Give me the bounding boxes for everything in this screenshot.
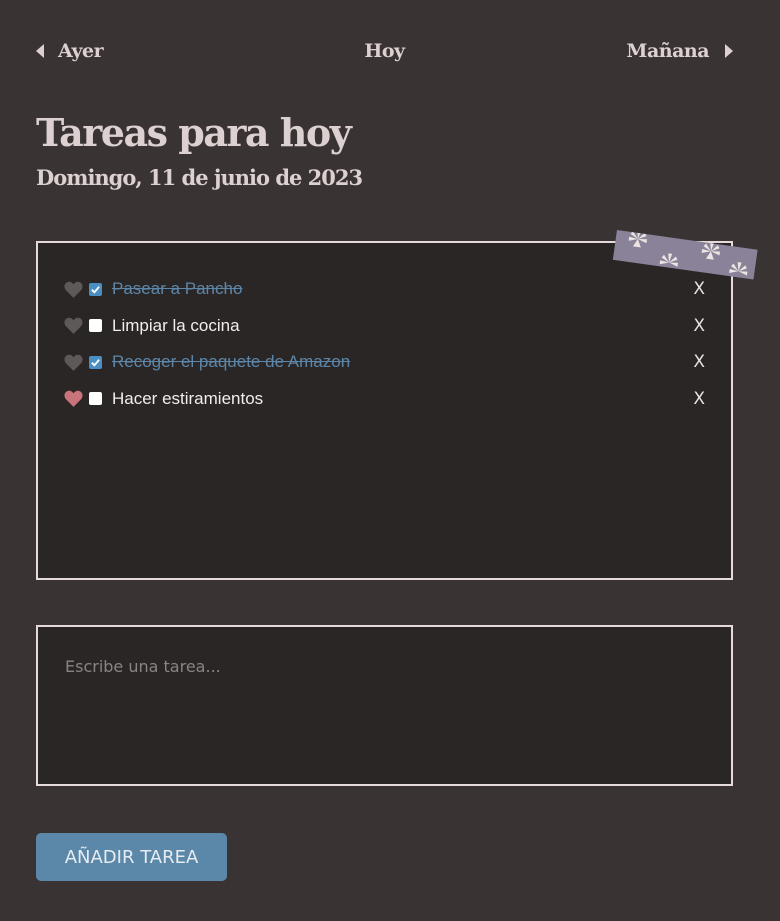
task-text: Limpiar la cocina [112, 315, 240, 335]
nav-prev-day[interactable]: Ayer [36, 40, 104, 62]
delete-task-button[interactable]: X [693, 389, 705, 409]
delete-task-button[interactable]: X [693, 316, 705, 336]
task-text: Recoger el paquete de Amazon [112, 352, 351, 372]
nav-next-day[interactable]: Mañana [626, 40, 733, 62]
nav-today-label: Hoy [364, 40, 405, 62]
task-checkbox[interactable] [89, 282, 102, 296]
task-item: Recoger el paquete de Amazon X [64, 344, 705, 381]
task-list: Pasear a Pancho X Limpiar la cocina X Recoge… [64, 271, 705, 417]
checkmark-icon [91, 358, 100, 367]
nav-prev-label: Ayer [58, 40, 104, 62]
checkmark-icon [91, 285, 100, 294]
heart-icon[interactable] [64, 281, 83, 298]
add-task-button[interactable]: AÑADIR TAREA [36, 833, 227, 881]
task-text: Pasear a Pancho [112, 279, 243, 299]
triangle-left-icon [36, 44, 44, 58]
task-text: Hacer estiramientos [112, 388, 264, 408]
task-checkbox[interactable] [89, 355, 102, 369]
delete-task-button[interactable]: X [693, 352, 705, 372]
heart-icon[interactable] [64, 317, 83, 335]
heart-icon[interactable] [64, 354, 83, 371]
heart-icon[interactable] [64, 390, 83, 408]
page-title: Tareas para hoy [36, 110, 352, 155]
task-item: Hacer estiramientos X [64, 381, 705, 418]
task-checkbox[interactable] [89, 392, 102, 406]
task-checkbox[interactable] [89, 319, 102, 333]
nav-today[interactable]: Hoy [364, 40, 405, 62]
nav-next-label: Mañana [626, 40, 709, 62]
page-date: Domingo, 11 de junio de 2023 [36, 165, 363, 190]
delete-task-button[interactable]: X [693, 279, 705, 299]
task-item: Limpiar la cocina X [64, 308, 705, 345]
task-list-panel: Pasear a Pancho X Limpiar la cocina X Recoge… [36, 241, 733, 580]
new-task-input[interactable] [36, 625, 733, 786]
day-navigation: Ayer Hoy Mañana [36, 40, 733, 66]
triangle-right-icon [725, 44, 733, 58]
task-item: Pasear a Pancho X [64, 271, 705, 308]
